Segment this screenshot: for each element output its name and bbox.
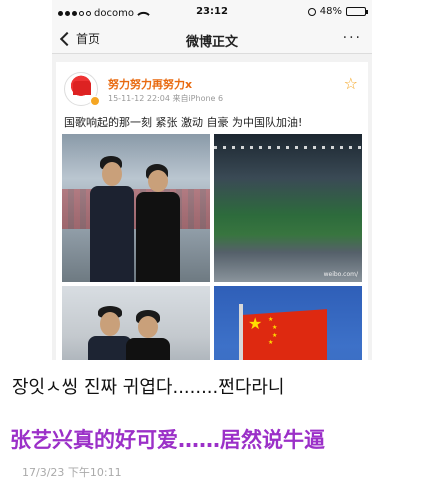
player4-body (126, 338, 170, 360)
post-text: 国歌响起的那一刻 紧张 激动 自豪 为中国队加油! (64, 116, 303, 129)
player3-head (100, 312, 120, 336)
verified-badge-icon (90, 96, 100, 106)
battery-icon (346, 7, 368, 16)
favorite-star-icon[interactable]: ☆ (344, 74, 358, 93)
chinese-caption: 张艺兴真的好可爱……居然说牛逼 (10, 428, 325, 452)
photo-stadium-pitch[interactable]: weibo.com/ (214, 134, 362, 282)
player2-body (136, 192, 180, 282)
flag-small-star-icon: ★ (268, 316, 274, 323)
post-meta: 15-11-12 22:04 来自iPhone 6 (108, 94, 224, 103)
flag-small-star-icon: ★ (268, 339, 274, 346)
photo-china-flag[interactable]: ★ ★ ★ ★ ★ (214, 286, 362, 360)
page-title: 微博正文 (185, 35, 238, 50)
weibo-watermark: weibo.com/ (323, 271, 358, 278)
rotation-lock-icon (307, 7, 316, 16)
korean-caption: 장잇ㅅ씽 진짜 귀엽다........쩐다라니 (12, 377, 285, 398)
flag-big-star-icon: ★ (248, 314, 263, 333)
screenshot-timestamp: 17/3/23 下午10:11 (22, 466, 122, 479)
jersey-icon (73, 81, 91, 95)
weibo-post-card: 努力努力再努力x 15-11-12 22:04 来自iPhone 6 ☆ 国歌响… (56, 62, 368, 360)
player1-body (90, 186, 134, 282)
nav-bar: 首页 微博正文 ··· (52, 24, 372, 54)
player4-head (138, 316, 158, 338)
battery-area: 48% (307, 6, 368, 17)
player2-head (148, 170, 168, 192)
status-bar: docomo 23:12 48% (52, 0, 372, 24)
photo-players-selfie[interactable] (62, 286, 210, 360)
flag-small-star-icon: ★ (272, 324, 278, 331)
player1-head (102, 162, 122, 186)
phone-screenshot: docomo 23:12 48% 首页 微博正文 ··· 努力努力再努力x 15… (52, 0, 372, 360)
flag-small-star-icon: ★ (272, 332, 278, 339)
photo-stadium-players[interactable] (62, 134, 210, 282)
floodlights (214, 146, 362, 149)
username-link[interactable]: 努力努力再努力x (108, 76, 192, 92)
more-options-button[interactable]: ··· (343, 30, 362, 46)
battery-percent: 48% (319, 6, 342, 17)
